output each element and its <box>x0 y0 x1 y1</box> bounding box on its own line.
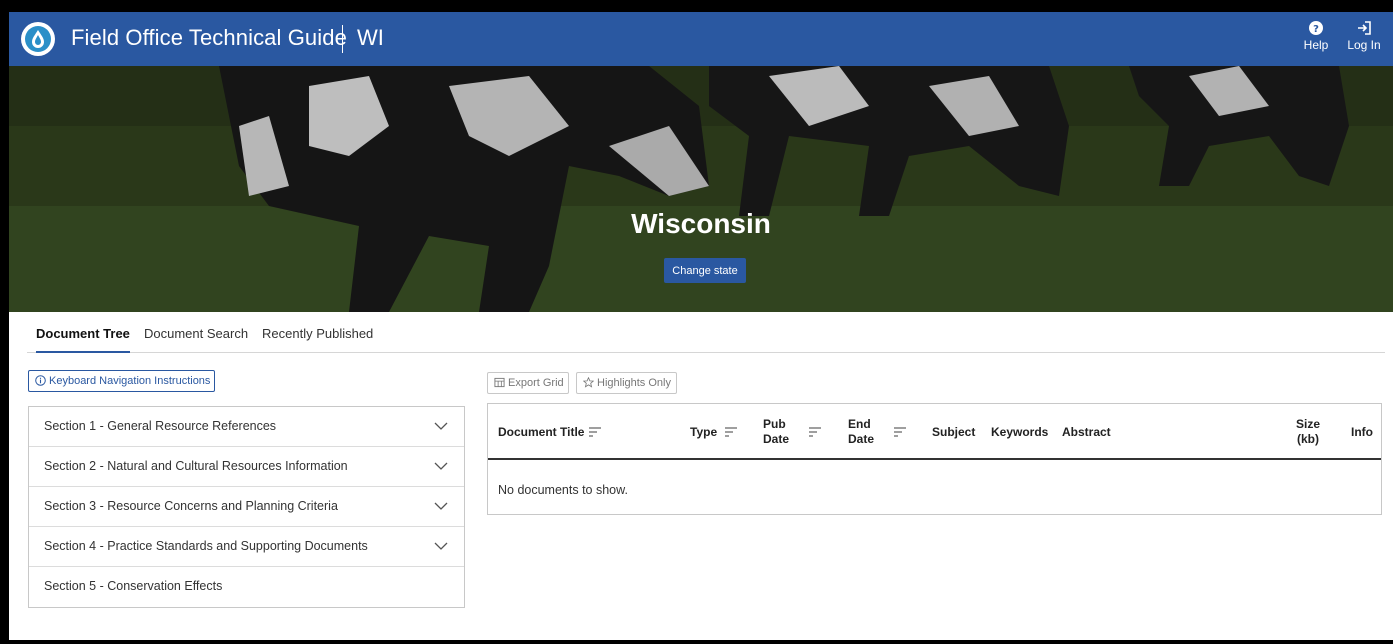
sort-icon[interactable] <box>588 427 602 437</box>
keyboard-navigation-button[interactable]: Keyboard Navigation Instructions <box>28 370 215 392</box>
app-title[interactable]: Field Office Technical Guide <box>71 25 347 51</box>
section-label: Section 5 - Conservation Effects <box>44 579 223 593</box>
section-item-5[interactable]: Section 5 - Conservation Effects <box>29 567 464 607</box>
section-label: Section 3 - Resource Concerns and Planni… <box>44 499 338 513</box>
document-tabs: Document Tree Document Search Recently P… <box>27 312 1385 353</box>
column-pub-date-line2: Date <box>763 432 790 446</box>
help-label: Help <box>1303 38 1329 52</box>
column-end-date-line1: End <box>848 417 871 431</box>
column-end-date[interactable]: End Date <box>848 417 874 447</box>
state-title: Wisconsin <box>631 208 771 239</box>
login-label: Log In <box>1347 38 1381 52</box>
chevron-down-icon <box>434 422 448 430</box>
tab-recently-published[interactable]: Recently Published <box>262 326 373 351</box>
sort-icon[interactable] <box>724 427 738 437</box>
column-size[interactable]: Size (kb) <box>1296 417 1320 447</box>
help-icon: ? <box>1309 21 1323 35</box>
keyboard-navigation-label: Keyboard Navigation Instructions <box>49 375 211 387</box>
nrcs-logo-icon[interactable] <box>21 22 55 56</box>
column-size-line1: Size <box>1296 417 1321 431</box>
export-grid-button[interactable]: Export Grid <box>487 372 569 394</box>
sort-icon[interactable] <box>893 427 907 437</box>
login-icon <box>1358 21 1371 35</box>
column-end-date-line2: Date <box>848 432 875 446</box>
change-state-button[interactable]: Change state <box>664 258 746 283</box>
export-grid-label: Export Grid <box>508 377 564 389</box>
column-pub-date[interactable]: Pub Date <box>763 417 789 447</box>
info-icon <box>35 375 46 386</box>
section-label: Section 2 - Natural and Cultural Resourc… <box>44 459 348 473</box>
section-item-2[interactable]: Section 2 - Natural and Cultural Resourc… <box>29 447 464 487</box>
tab-document-search[interactable]: Document Search <box>144 326 248 351</box>
state-code: WI <box>357 25 384 50</box>
top-header: Field Office Technical Guide WI ? Help L… <box>9 12 1393 66</box>
column-keywords[interactable]: Keywords <box>991 425 1048 440</box>
column-abstract[interactable]: Abstract <box>1062 425 1111 440</box>
column-info[interactable]: Info <box>1351 425 1373 440</box>
section-item-1[interactable]: Section 1 - General Resource References <box>29 407 464 447</box>
documents-grid: Document Title Type Pub Date End Date Su… <box>487 403 1382 515</box>
sort-icon[interactable] <box>808 427 822 437</box>
star-icon <box>583 377 594 388</box>
section-item-4[interactable]: Section 4 - Practice Standards and Suppo… <box>29 527 464 567</box>
column-document-title[interactable]: Document Title <box>498 425 584 440</box>
column-subject[interactable]: Subject <box>932 425 975 440</box>
tab-document-tree[interactable]: Document Tree <box>36 326 130 353</box>
grid-header-row: Document Title Type Pub Date End Date Su… <box>488 404 1381 460</box>
highlights-only-button[interactable]: Highlights Only <box>576 372 677 394</box>
section-label: Section 1 - General Resource References <box>44 419 277 433</box>
column-pub-date-line1: Pub <box>763 417 786 431</box>
table-export-icon <box>494 377 505 388</box>
section-item-3[interactable]: Section 3 - Resource Concerns and Planni… <box>29 487 464 527</box>
hero-banner: Wisconsin Change state <box>9 66 1393 312</box>
section-label: Section 4 - Practice Standards and Suppo… <box>44 539 368 553</box>
highlights-only-label: Highlights Only <box>597 377 671 389</box>
empty-grid-message: No documents to show. <box>498 483 628 497</box>
help-button[interactable]: ? Help <box>1299 20 1333 52</box>
chevron-down-icon <box>434 502 448 510</box>
chevron-down-icon <box>434 542 448 550</box>
column-type[interactable]: Type <box>690 425 717 440</box>
login-button[interactable]: Log In <box>1340 20 1388 52</box>
title-divider <box>342 25 343 53</box>
chevron-down-icon <box>434 462 448 470</box>
svg-text:?: ? <box>1313 24 1319 35</box>
column-size-line2: (kb) <box>1297 432 1319 446</box>
page: Field Office Technical Guide WI ? Help L… <box>9 12 1393 640</box>
document-tree-accordion: Section 1 - General Resource References … <box>28 406 465 608</box>
